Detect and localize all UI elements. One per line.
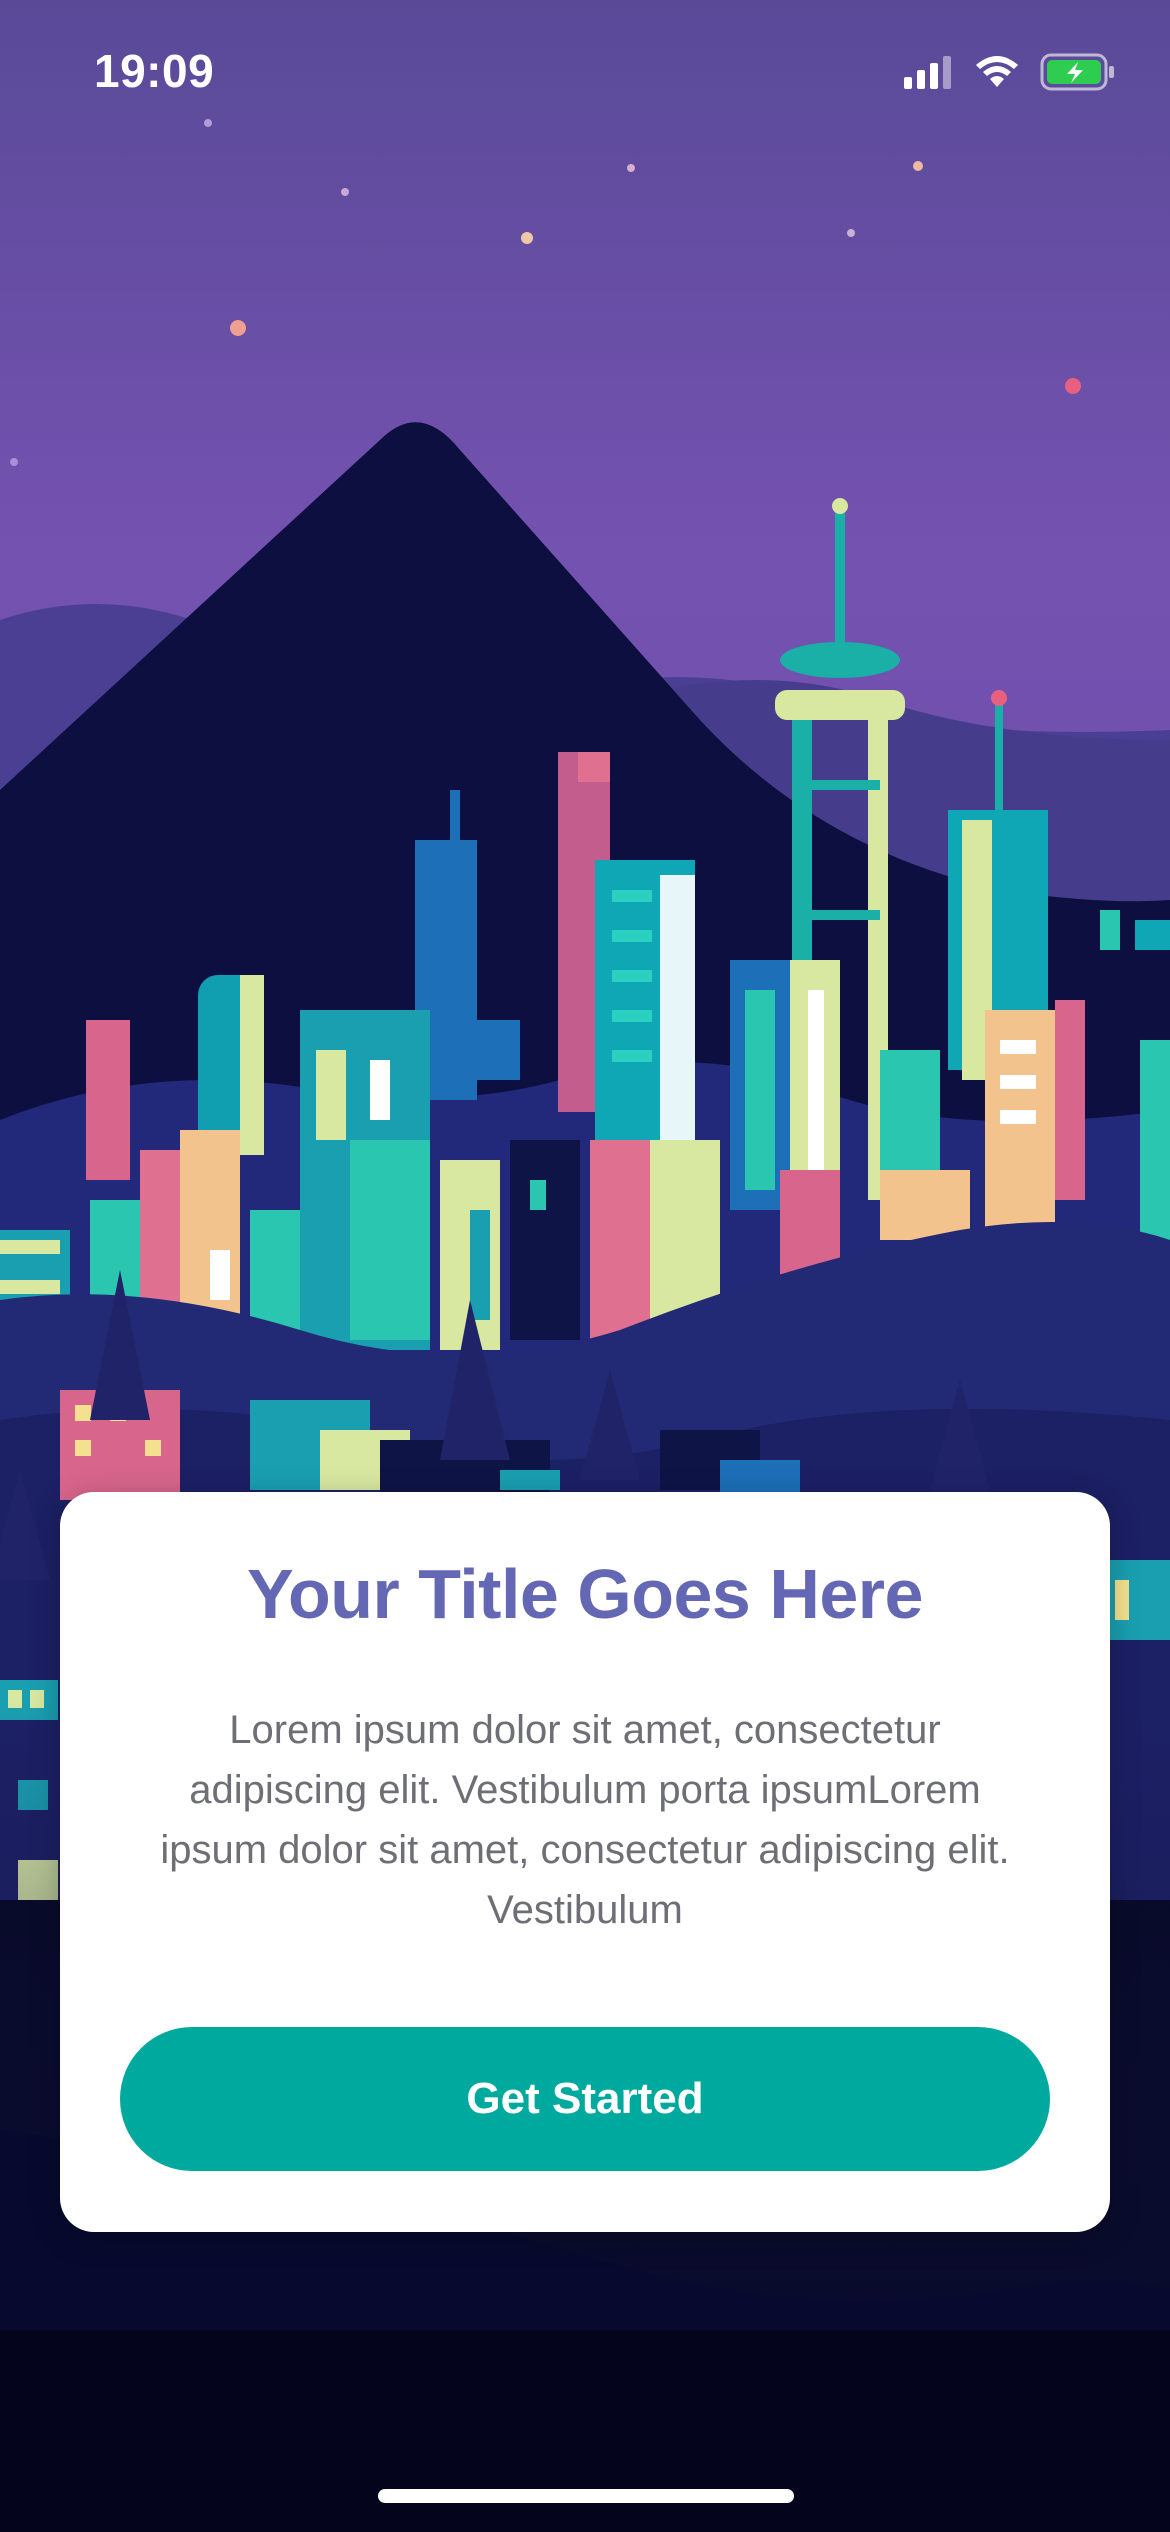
cellular-signal-icon — [904, 55, 954, 94]
battery-charging-icon — [1040, 53, 1116, 96]
status-time: 19:09 — [94, 45, 215, 97]
onboarding-card: Your Title Goes Here Lorem ipsum dolor s… — [60, 1492, 1110, 2232]
home-indicator[interactable] — [378, 2489, 794, 2503]
get-started-button[interactable]: Get Started — [120, 2027, 1050, 2171]
card-title: Your Title Goes Here — [247, 1555, 923, 1633]
wifi-icon — [974, 55, 1020, 94]
onboarding-screen: 19:09 Your Title Goes Here Lorem ipsum d… — [0, 0, 1170, 2532]
card-description: Lorem ipsum dolor sit amet, consectetur … — [160, 1708, 1010, 1932]
status-icons — [904, 52, 1116, 96]
status-bar: 19:09 — [0, 0, 1170, 140]
